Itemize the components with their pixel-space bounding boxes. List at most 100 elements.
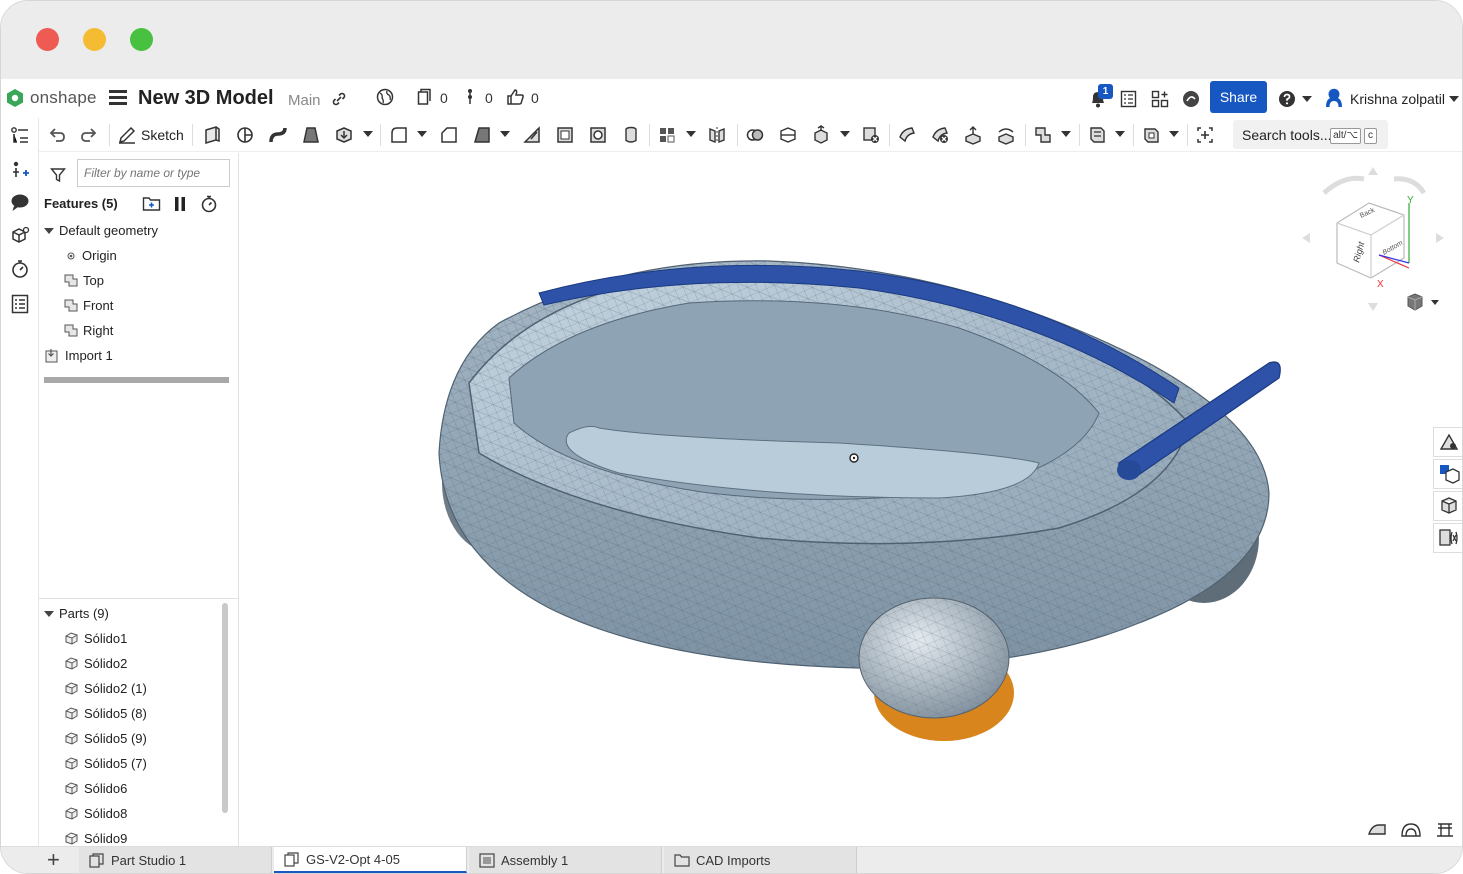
maximize-window-button[interactable] bbox=[130, 28, 153, 51]
history-stopwatch-icon[interactable] bbox=[10, 259, 30, 279]
share-button[interactable]: Share bbox=[1210, 81, 1267, 113]
frame-icon[interactable] bbox=[1141, 125, 1161, 145]
app-store-icon[interactable] bbox=[1151, 90, 1169, 108]
measure-icon[interactable] bbox=[1435, 821, 1455, 839]
document-title[interactable]: New 3D Model bbox=[138, 87, 274, 110]
tree-item-origin[interactable]: Origin bbox=[65, 248, 117, 263]
branches-icon[interactable] bbox=[465, 88, 475, 106]
onshape-logo[interactable]: onshape bbox=[6, 88, 97, 108]
chevron-down-icon[interactable] bbox=[44, 610, 54, 617]
fillet-icon[interactable] bbox=[389, 125, 409, 145]
sheet-metal-icon[interactable] bbox=[1087, 125, 1107, 145]
add-folder-icon[interactable] bbox=[142, 195, 161, 212]
user-avatar-icon[interactable] bbox=[1323, 87, 1345, 109]
user-menu-caret-icon[interactable] bbox=[1449, 96, 1459, 102]
link-icon[interactable] bbox=[331, 91, 347, 107]
parts-header[interactable]: Parts (9) bbox=[44, 606, 109, 621]
part-list-item[interactable]: Sólido1 bbox=[64, 631, 127, 646]
feature-list-icon[interactable] bbox=[10, 126, 30, 146]
parts-cube-icon[interactable] bbox=[10, 226, 30, 246]
tree-item-front-plane[interactable]: Front bbox=[64, 298, 113, 313]
part-list-item[interactable]: Sólido2 bbox=[64, 656, 127, 671]
graphics-viewport[interactable]: Back Right Bottom X Y bbox=[239, 153, 1463, 846]
filter-input[interactable] bbox=[77, 159, 230, 187]
revolve-icon[interactable] bbox=[235, 125, 255, 145]
plane-icon[interactable] bbox=[1033, 125, 1053, 145]
parts-scrollbar[interactable] bbox=[222, 603, 228, 813]
move-face-icon[interactable] bbox=[963, 125, 983, 145]
chamfer-icon[interactable] bbox=[439, 125, 459, 145]
like-icon[interactable] bbox=[506, 88, 525, 106]
tree-item-top-plane[interactable]: Top bbox=[64, 273, 104, 288]
part-list-item[interactable]: Sólido5 (9) bbox=[64, 731, 147, 746]
mirror-icon[interactable] bbox=[707, 125, 727, 145]
help-icon[interactable] bbox=[1278, 90, 1296, 108]
tab-gs-v2-opt-4-05[interactable]: GS-V2-Opt 4-05 bbox=[274, 847, 467, 873]
minimize-window-button[interactable] bbox=[83, 28, 106, 51]
tree-item-right-plane[interactable]: Right bbox=[64, 323, 113, 338]
tree-item-import[interactable]: Import 1 bbox=[45, 348, 113, 363]
part-list-item[interactable]: Sólido5 (8) bbox=[64, 706, 147, 721]
loft-icon[interactable] bbox=[301, 125, 321, 145]
tasks-icon[interactable] bbox=[1120, 90, 1137, 108]
filter-icon[interactable] bbox=[50, 167, 66, 183]
plane-dropdown-caret-icon[interactable] bbox=[1061, 131, 1071, 137]
sheet-metal-dropdown-caret-icon[interactable] bbox=[1115, 131, 1125, 137]
sketch-button[interactable]: Sketch bbox=[117, 125, 184, 145]
tab-cad-imports[interactable]: CAD Imports bbox=[664, 847, 857, 873]
delete-face-icon[interactable] bbox=[930, 125, 950, 145]
help-caret-icon[interactable] bbox=[1302, 96, 1312, 102]
thicken-dropdown-caret-icon[interactable] bbox=[363, 131, 373, 137]
pause-icon[interactable] bbox=[173, 196, 187, 212]
part-list-item[interactable]: Sólido5 (7) bbox=[64, 756, 147, 771]
branch-name[interactable]: Main bbox=[288, 92, 321, 109]
default-geometry-row[interactable]: Default geometry bbox=[44, 223, 158, 238]
cylinder-icon[interactable] bbox=[621, 125, 641, 145]
split-icon[interactable] bbox=[778, 125, 798, 145]
appearance-tool[interactable] bbox=[1433, 427, 1462, 457]
section-view-icon[interactable] bbox=[1400, 822, 1422, 838]
modify-fillet-icon[interactable] bbox=[897, 125, 917, 145]
transform-dropdown-caret-icon[interactable] bbox=[840, 131, 850, 137]
comments-icon[interactable] bbox=[10, 193, 30, 213]
rollback-bar[interactable] bbox=[44, 377, 229, 383]
close-window-button[interactable] bbox=[36, 28, 59, 51]
part-list-item[interactable]: Sólido6 bbox=[64, 781, 127, 796]
frame-dropdown-caret-icon[interactable] bbox=[1169, 131, 1179, 137]
render-mode-icon[interactable] bbox=[1367, 822, 1387, 838]
redo-icon[interactable] bbox=[79, 125, 99, 145]
shell-icon[interactable] bbox=[555, 125, 575, 145]
chevron-down-icon[interactable] bbox=[44, 227, 54, 234]
thicken-icon[interactable] bbox=[334, 125, 354, 145]
draft-dropdown-caret-icon[interactable] bbox=[500, 131, 510, 137]
rib-icon[interactable] bbox=[522, 125, 542, 145]
add-tab-button[interactable]: + bbox=[47, 849, 60, 871]
pattern-icon[interactable] bbox=[657, 125, 677, 145]
globe-icon[interactable] bbox=[376, 88, 394, 106]
tab-part-studio-1[interactable]: Part Studio 1 bbox=[79, 847, 272, 873]
named-views-tool[interactable] bbox=[1433, 459, 1462, 489]
hole-icon[interactable] bbox=[588, 125, 608, 145]
search-tools-button[interactable]: Search tools... alt/⌥ c bbox=[1233, 120, 1388, 149]
part-list-item[interactable]: Sólido8 bbox=[64, 806, 127, 821]
bill-of-materials-icon[interactable] bbox=[10, 294, 30, 314]
view-cube[interactable]: Back Right Bottom X Y bbox=[1299, 163, 1449, 313]
fillet-dropdown-caret-icon[interactable] bbox=[417, 131, 427, 137]
boolean-icon[interactable] bbox=[745, 125, 765, 145]
extrude-icon[interactable] bbox=[202, 125, 222, 145]
replace-face-icon[interactable] bbox=[996, 125, 1016, 145]
part-list-item[interactable]: Sólido9 bbox=[64, 831, 127, 846]
learning-center-icon[interactable] bbox=[1182, 90, 1200, 108]
view-cube-menu[interactable] bbox=[1406, 292, 1440, 314]
versions-icon[interactable] bbox=[417, 88, 434, 106]
sweep-icon[interactable] bbox=[268, 125, 288, 145]
pattern-dropdown-caret-icon[interactable] bbox=[686, 131, 696, 137]
mates-view-tool[interactable] bbox=[1433, 491, 1462, 521]
rebuild-timer-icon[interactable] bbox=[200, 195, 218, 213]
tab-assembly-1[interactable]: Assembly 1 bbox=[469, 847, 662, 873]
3d-model-render[interactable] bbox=[239, 153, 1463, 846]
user-name[interactable]: Krishna zolpatil bbox=[1350, 91, 1445, 107]
draft-icon[interactable] bbox=[472, 125, 492, 145]
transform-icon[interactable] bbox=[811, 125, 831, 145]
delete-part-icon[interactable] bbox=[861, 125, 881, 145]
